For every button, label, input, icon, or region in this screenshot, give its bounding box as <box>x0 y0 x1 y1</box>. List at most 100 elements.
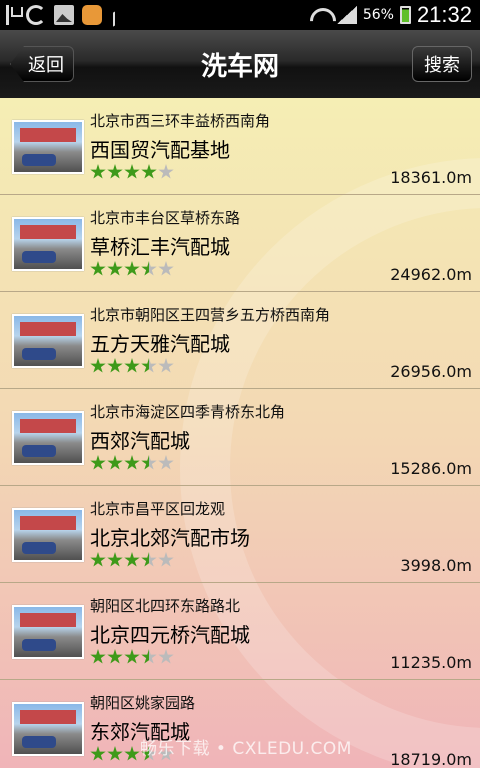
thumbnail-sign <box>20 225 76 239</box>
star-icon <box>90 164 106 179</box>
thumbnail-sign <box>20 613 76 627</box>
battery-percent: 56% <box>362 7 394 23</box>
star-icon <box>124 358 140 373</box>
star-icon <box>90 455 106 470</box>
shop-name: 西国贸汽配基地 <box>90 138 230 162</box>
usb-icon <box>6 5 23 25</box>
thumbnail-car <box>22 445 56 457</box>
rating-stars <box>90 164 174 180</box>
clock: 21:32 <box>416 2 472 27</box>
star-icon <box>124 164 140 179</box>
message-icon <box>82 5 102 25</box>
shop-name: 草桥汇丰汽配城 <box>90 235 230 259</box>
star-icon <box>107 455 123 470</box>
shop-address: 北京市海淀区四季青桥东北角 <box>90 403 286 421</box>
shop-name: 西郊汽配城 <box>90 429 190 453</box>
search-button[interactable]: 搜索 <box>412 46 472 82</box>
star-icon <box>141 455 157 470</box>
rating-stars <box>90 455 174 471</box>
star-icon <box>158 455 174 470</box>
shop-list[interactable]: 北京市西三环丰益桥西南角西国贸汽配基地 18361.0m 北京市丰台区草桥东路草桥汇… <box>0 98 480 768</box>
star-icon <box>141 164 157 179</box>
list-item[interactable]: 北京市西三环丰益桥西南角西国贸汽配基地 18361.0m <box>0 98 480 195</box>
page-title: 洗车网 <box>200 52 279 82</box>
battery-icon <box>399 6 411 24</box>
star-icon <box>90 261 106 276</box>
share-icon <box>110 5 130 25</box>
star-icon <box>124 261 140 276</box>
star-icon <box>158 358 174 373</box>
list-item[interactable]: 北京市丰台区草桥东路草桥汇丰汽配城 24962.0m <box>0 195 480 292</box>
rating-stars <box>90 552 174 568</box>
thumbnail-sign <box>20 128 76 142</box>
star-icon <box>141 358 157 373</box>
star-icon <box>158 649 174 664</box>
thumbnail-car <box>22 348 56 360</box>
rating-stars <box>90 261 174 277</box>
shop-distance: 11235.0m <box>390 653 472 672</box>
star-icon <box>107 261 123 276</box>
star-icon <box>124 649 140 664</box>
star-icon <box>158 552 174 567</box>
shop-name: 北京北郊汽配市场 <box>90 526 250 550</box>
thumbnail-car <box>22 154 56 166</box>
star-icon <box>90 552 106 567</box>
thumbnail-car <box>22 736 56 748</box>
star-icon <box>124 455 140 470</box>
thumbnail-sign <box>20 322 76 336</box>
shop-address: 朝阳区姚家园路 <box>90 694 196 712</box>
thumbnail-car <box>22 639 56 651</box>
star-icon <box>107 552 123 567</box>
star-icon <box>124 552 140 567</box>
shop-distance: 3998.0m <box>400 556 472 575</box>
list-item[interactable]: 北京市海淀区四季青桥东北角西郊汽配城 15286.0m <box>0 389 480 486</box>
shop-thumbnail <box>12 217 84 271</box>
list-item[interactable]: 北京市朝阳区王四营乡五方桥西南角五方天雅汽配城 26956.0m <box>0 292 480 389</box>
thumbnail-sign <box>20 419 76 433</box>
wifi-icon <box>309 6 331 24</box>
rating-stars <box>90 358 174 374</box>
watermark: 畅乐下载 • CXLEDU.COM <box>140 739 352 759</box>
shop-thumbnail <box>12 314 84 368</box>
shop-name: 五方天雅汽配城 <box>90 332 230 356</box>
star-icon <box>158 164 174 179</box>
shop-thumbnail <box>12 605 84 659</box>
star-icon <box>141 552 157 567</box>
shop-address: 北京市西三环丰益桥西南角 <box>90 112 271 130</box>
status-bar: 56% 21:32 <box>0 0 480 30</box>
star-icon <box>107 164 123 179</box>
rating-stars <box>90 649 174 665</box>
title-bar: 返回 洗车网 搜索 <box>0 30 480 98</box>
thumbnail-sign <box>20 516 76 530</box>
list-item[interactable]: 朝阳区北四环东路路北北京四元桥汽配城 11235.0m <box>0 583 480 680</box>
star-icon <box>90 649 106 664</box>
thumbnail-car <box>22 542 56 554</box>
star-icon <box>141 649 157 664</box>
recycle-icon <box>26 5 46 25</box>
thumbnail-car <box>22 251 56 263</box>
shop-name: 北京四元桥汽配城 <box>90 623 250 647</box>
star-icon <box>158 261 174 276</box>
list-item[interactable]: 北京市昌平区回龙观 北京北郊汽配市场 3998.0m <box>0 486 480 583</box>
shop-distance: 18719.0m <box>390 750 472 768</box>
shop-thumbnail <box>12 411 84 465</box>
star-icon <box>107 746 123 761</box>
shop-distance: 15286.0m <box>390 459 472 478</box>
star-icon <box>90 746 106 761</box>
shop-distance: 18361.0m <box>390 168 472 187</box>
shop-address: 北京市丰台区草桥东路 <box>90 209 241 227</box>
signal-icon <box>336 6 357 24</box>
star-icon <box>141 261 157 276</box>
shop-address: 朝阳区北四环东路路北 <box>90 597 241 615</box>
star-icon <box>107 649 123 664</box>
image-icon <box>54 5 74 25</box>
star-icon <box>90 358 106 373</box>
star-icon <box>124 746 140 761</box>
thumbnail-sign <box>20 710 76 724</box>
shop-thumbnail <box>12 120 84 174</box>
shop-distance: 24962.0m <box>390 265 472 284</box>
shop-distance: 26956.0m <box>390 362 472 381</box>
star-icon <box>107 358 123 373</box>
shop-thumbnail <box>12 508 84 562</box>
shop-address: 北京市朝阳区王四营乡五方桥西南角 <box>90 306 331 324</box>
